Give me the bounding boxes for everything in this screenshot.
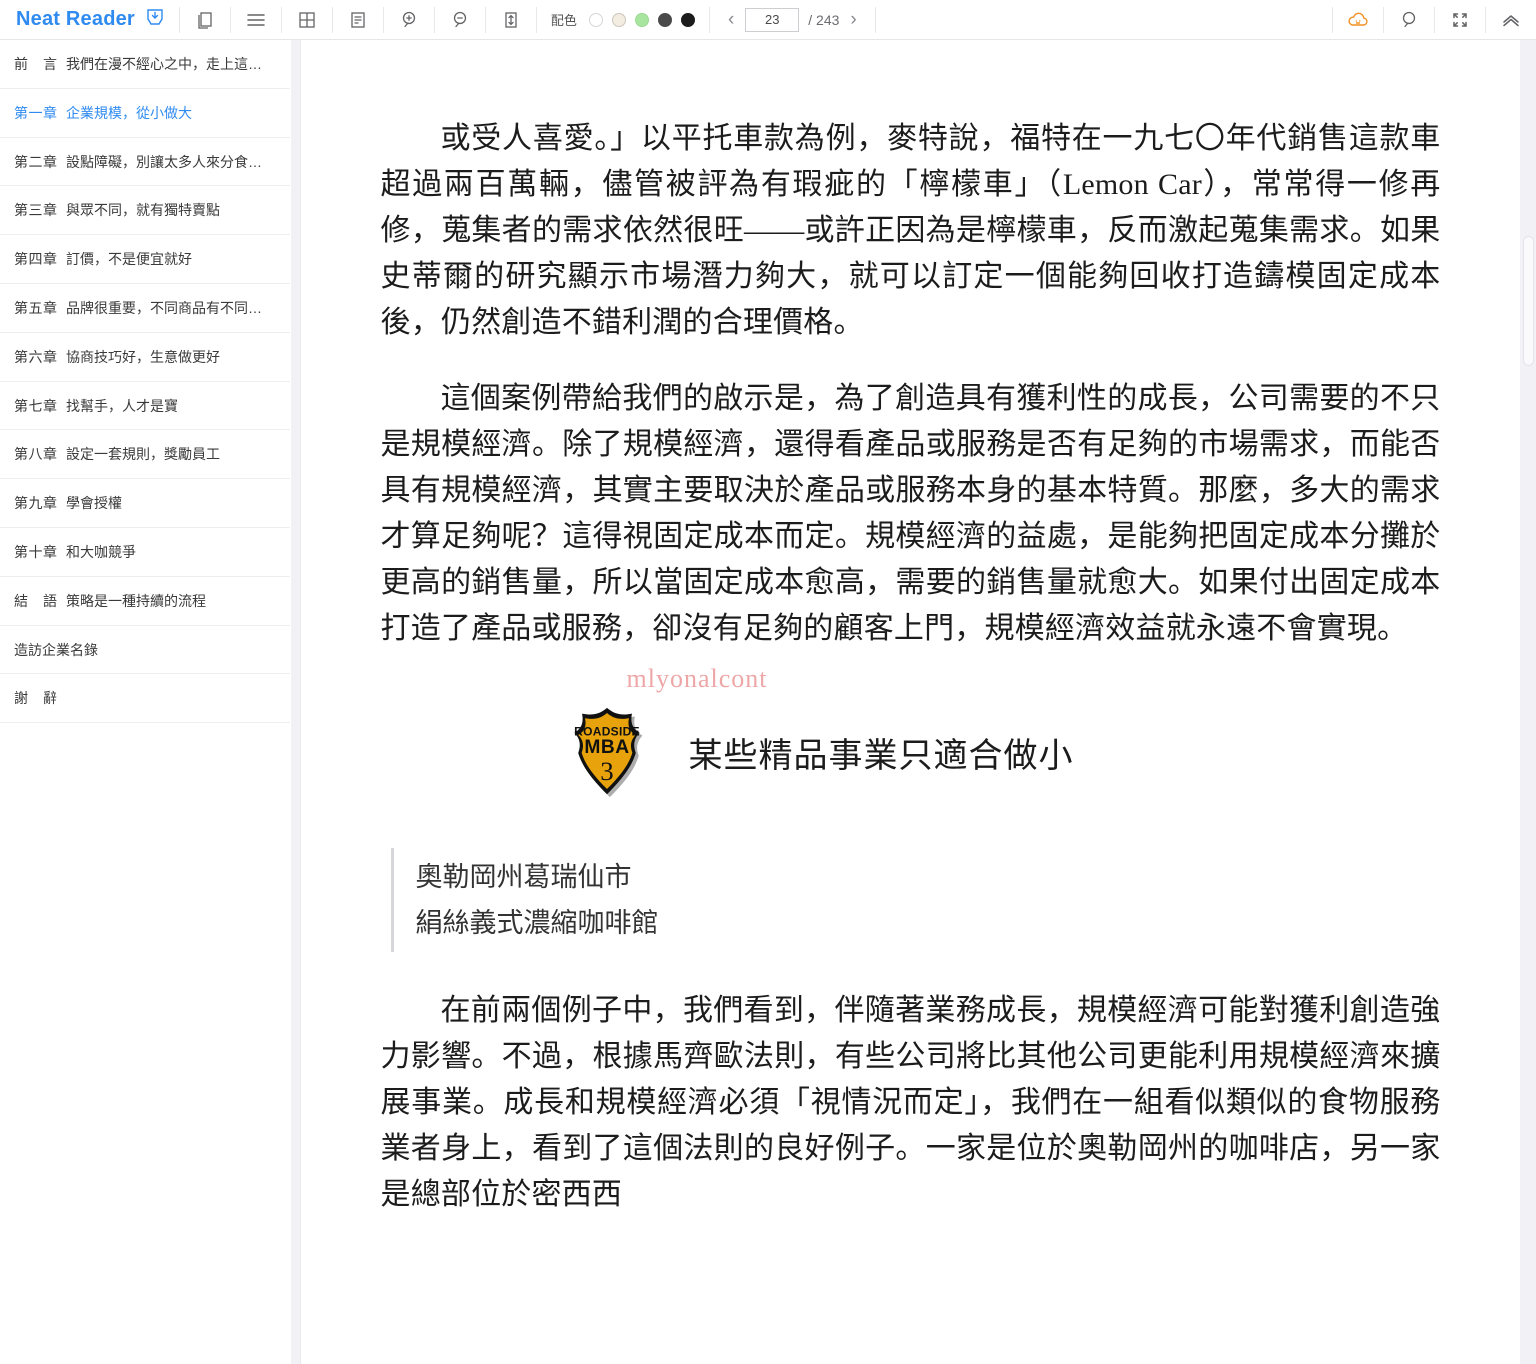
paragraph-2: 這個案例帶給我們的啟示是，為了創造具有獲利性的成長，公司需要的不只是規模經濟。除… xyxy=(380,382,1441,645)
toc-item-number: 前 言 xyxy=(14,56,58,72)
contents-list-icon[interactable] xyxy=(231,0,281,40)
notes-icon[interactable] xyxy=(333,0,383,40)
toolbar-divider xyxy=(874,6,876,33)
toc-item-title: 與眾不同，就有獨特賣點 xyxy=(66,202,220,219)
color-swatch-white[interactable] xyxy=(588,12,603,27)
reader-scrollbar[interactable] xyxy=(1520,40,1536,1364)
svg-text:3: 3 xyxy=(600,756,613,786)
color-swatch-black[interactable] xyxy=(680,12,695,27)
sidebar-item-chapter-7[interactable]: 第七章 找幫手，人才是寶 xyxy=(0,382,290,431)
toc-item-number: 第一章 xyxy=(14,104,58,121)
app-title: Neat Reader xyxy=(16,8,135,30)
prev-page-button[interactable]: ‹ xyxy=(726,10,736,29)
toc-item-number: 第十章 xyxy=(14,543,58,560)
sidebar-item-chapter-8[interactable]: 第八章 設定一套規則，獎勵員工 xyxy=(0,430,290,480)
next-page-button[interactable]: › xyxy=(848,10,858,29)
page-navigation: ‹ / 243 › xyxy=(710,0,875,40)
section-title-text: 某些精品事業只適合做小 xyxy=(688,737,1074,775)
sidebar-item-preface[interactable]: 前 言 我們在漫不經心之中，走上這… xyxy=(0,40,290,89)
sidebar-item-chapter-5[interactable]: 第五章 品牌很重要，不同商品有不同… xyxy=(0,284,290,333)
paragraph-1: 或受人喜愛。」以平托車款為例，麥特說，福特在一九七〇年代銷售這款車超過兩百萬輛，… xyxy=(380,122,1441,339)
toc-item-title: 設定一套規則，獎勵員工 xyxy=(66,446,220,463)
save-book-icon[interactable] xyxy=(145,7,165,32)
quote-line-2: 絹絲義式濃縮咖啡館 xyxy=(415,908,659,938)
color-swatch-gray[interactable] xyxy=(657,12,672,27)
sidebar-toc: 前 言 我們在漫不經心之中，走上這… 第一章 企業規模，從小做大 第二章 設點障… xyxy=(0,40,290,1364)
sidebar-scrollbar[interactable] xyxy=(291,40,300,1364)
sidebar-item-chapter-10[interactable]: 第十章 和大咖競爭 xyxy=(0,528,290,577)
sidebar-item-chapter-9[interactable]: 第九章 學會授權 xyxy=(0,479,290,528)
grid-layout-icon[interactable] xyxy=(282,0,332,40)
color-scheme-group: 配色 xyxy=(537,0,709,40)
toc-item-number: 謝 辭 xyxy=(14,690,58,707)
toc-item-number: 第五章 xyxy=(14,299,58,316)
toc-item-title: 設點障礙，別讓太多人來分食… xyxy=(66,153,262,170)
toc-item-title: 學會授權 xyxy=(66,495,122,512)
blockquote-location: 奧勒岡州葛瑞仙市 絹絲義式濃縮咖啡館 xyxy=(390,848,1441,952)
line-spacing-icon[interactable] xyxy=(486,0,536,40)
toc-item-title: 和大咖競爭 xyxy=(66,543,136,560)
sidebar-item-chapter-1[interactable]: 第一章 企業規模，從小做大 xyxy=(0,89,290,138)
toc-item-title: 訂價，不是便宜就好 xyxy=(66,251,192,268)
sidebar-item-acknowledgements[interactable]: 謝 辭 xyxy=(0,674,290,724)
toc-item-number: 第九章 xyxy=(14,495,58,512)
toc-item-number: 第三章 xyxy=(14,202,58,219)
body-text-block: 或受人喜愛。」以平托車款為例，麥特說，福特在一九七〇年代銷售這款車超過兩百萬輛，… xyxy=(381,116,1441,652)
search-icon[interactable] xyxy=(1384,0,1434,40)
toc-item-number: 第四章 xyxy=(14,251,58,268)
quote-line-1: 奧勒岡州葛瑞仙市 xyxy=(415,862,632,892)
library-icon[interactable] xyxy=(180,0,230,40)
roadside-mba-badge-icon: ROADSIDE MBA 3 xyxy=(574,707,643,798)
color-swatch-sepia[interactable] xyxy=(611,12,626,27)
toc-item-number: 第六章 xyxy=(14,348,58,365)
app-brand: Neat Reader xyxy=(0,0,179,40)
color-scheme-label: 配色 xyxy=(550,13,577,28)
page-watermark: mlyonalcont xyxy=(626,664,768,693)
sidebar-item-chapter-4[interactable]: 第四章 訂價，不是便宜就好 xyxy=(0,235,290,284)
cloud-sync-icon[interactable] xyxy=(1333,0,1383,40)
toc-item-title: 找幫手，人才是寶 xyxy=(66,397,178,414)
toc-list: 前 言 我們在漫不經心之中，走上這… 第一章 企業規模，從小做大 第二章 設點障… xyxy=(0,40,290,724)
sidebar-item-conclusion[interactable]: 結 語 策略是一種持續的流程 xyxy=(0,577,290,626)
page-number-input[interactable] xyxy=(745,7,800,32)
toc-item-number: 第八章 xyxy=(14,446,58,463)
book-page: 或受人喜愛。」以平托車款為例，麥特說，福特在一九七〇年代銷售這款車超過兩百萬輛，… xyxy=(381,40,1441,1218)
zoom-in-icon[interactable] xyxy=(384,0,434,40)
toc-item-title: 協商技巧好，生意做更好 xyxy=(66,348,220,365)
section-heading: ROADSIDE MBA 3 某些精品事業只適合做小 xyxy=(559,704,1441,800)
svg-text:MBA: MBA xyxy=(584,737,629,758)
toc-item-title: 我們在漫不經心之中，走上這… xyxy=(66,56,262,72)
sidebar-item-chapter-3[interactable]: 第三章 與眾不同，就有獨特賣點 xyxy=(0,186,290,236)
toc-item-title: 企業規模，從小做大 xyxy=(66,104,192,121)
toc-item-number: 第二章 xyxy=(14,153,58,170)
fullscreen-icon[interactable] xyxy=(1435,0,1485,40)
color-swatch-green[interactable] xyxy=(634,12,649,27)
toc-item-number: 結 語 xyxy=(14,592,58,609)
total-pages-label: / 243 xyxy=(808,11,840,28)
toc-item-number: 第七章 xyxy=(14,397,58,414)
toc-item-title: 品牌很重要，不同商品有不同… xyxy=(66,299,262,316)
toc-item-title: 策略是一種持續的流程 xyxy=(66,592,206,609)
zoom-out-icon[interactable] xyxy=(435,0,485,40)
top-toolbar: Neat Reader 配色 ‹ 23 / 243 › xyxy=(0,0,1536,40)
body-text-block-2: 在前兩個例子中，我們看到，伴隨著業務成長，規模經濟可能對獲利創造強力影響。不過，… xyxy=(381,988,1441,1218)
reader-content: 或受人喜愛。」以平托車款為例，麥特說，福特在一九七〇年代銷售這款車超過兩百萬輛，… xyxy=(301,40,1520,1364)
sidebar-item-company-directory[interactable]: 造訪企業名錄 xyxy=(0,626,290,675)
sidebar-item-chapter-6[interactable]: 第六章 協商技巧好，生意做更好 xyxy=(0,333,290,382)
reader-scrollbar-thumb[interactable] xyxy=(1523,236,1534,366)
paragraph-3: 在前兩個例子中，我們看到，伴隨著業務成長，規模經濟可能對獲利創造強力影響。不過，… xyxy=(380,994,1441,1211)
toc-item-title: 造訪企業名錄 xyxy=(14,641,98,658)
collapse-up-icon[interactable] xyxy=(1486,0,1536,40)
sidebar-item-chapter-2[interactable]: 第二章 設點障礙，別讓太多人來分食… xyxy=(0,138,290,187)
